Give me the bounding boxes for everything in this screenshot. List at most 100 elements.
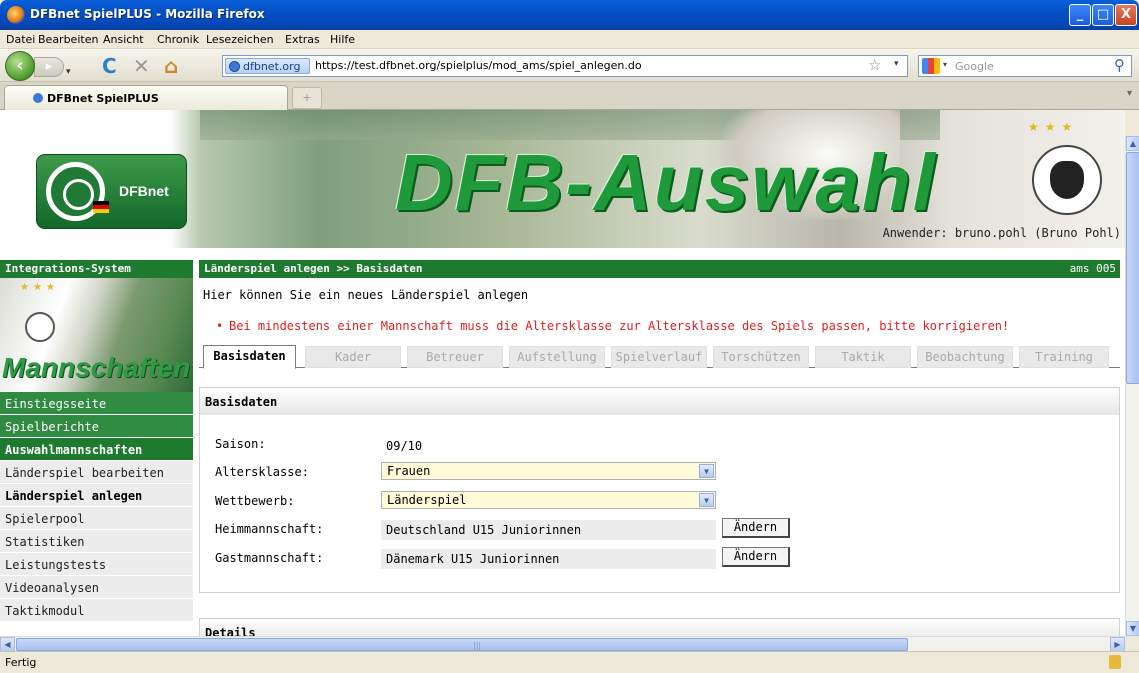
wettbewerb-select[interactable]: Länderspiel ▼: [381, 491, 716, 509]
search-bar[interactable]: ▾ Google ⚲: [918, 55, 1132, 77]
minimize-button[interactable]: _: [1069, 4, 1091, 26]
altersklasse-select[interactable]: Frauen ▼: [381, 462, 716, 480]
site-identity-button[interactable]: dfbnet.org: [225, 58, 310, 74]
close-button[interactable]: X: [1115, 4, 1137, 26]
sidebar-item-statistiken[interactable]: Statistiken: [0, 530, 193, 553]
banner-title: DFB-Auswahl: [395, 138, 937, 227]
tab-taktik[interactable]: Taktik: [815, 346, 911, 368]
lock-icon[interactable]: [1109, 655, 1121, 669]
back-button[interactable]: ‹: [5, 51, 35, 81]
page-title: Länderspiel anlegen >> Basisdaten: [204, 262, 423, 275]
tab-torschuetzen[interactable]: Torschützen: [713, 346, 809, 368]
sidebar: Integrations-System ★★★ Mannschaften Ein…: [0, 260, 193, 636]
search-placeholder[interactable]: Google: [955, 60, 994, 73]
stars-icon: ★★★: [20, 282, 59, 293]
german-flag-icon: [93, 201, 109, 213]
change-home-team-button[interactable]: Ändern: [722, 518, 790, 538]
tab-basisdaten[interactable]: Basisdaten: [203, 345, 296, 369]
main-panel: Länderspiel anlegen >> Basisdaten ams 00…: [199, 260, 1120, 636]
dfbnet-logo[interactable]: DFBnet: [36, 154, 187, 229]
saison-value: 09/10: [386, 439, 423, 453]
chevron-down-icon[interactable]: ▼: [699, 493, 714, 507]
logo-text: DFBnet: [119, 183, 169, 199]
intro-text: Hier können Sie ein neues Länderspiel an…: [203, 288, 529, 302]
sidebar-item-auswahlmannschaften[interactable]: Auswahlmannschaften: [0, 438, 193, 461]
heimmannschaft-label: Heimmannschaft:: [215, 522, 324, 536]
menu-bar: Datei Bearbeiten Ansicht Chronik Lesezei…: [0, 30, 1139, 49]
menu-datei[interactable]: Datei: [6, 33, 35, 46]
url-bar[interactable]: dfbnet.org https://test.dfbnet.org/spiel…: [222, 55, 908, 77]
tab-dfbnet[interactable]: DFBnet SpielPLUS: [4, 85, 288, 110]
tab-spielverlauf[interactable]: Spielverlauf: [611, 346, 707, 368]
scroll-left-icon[interactable]: ◀: [0, 637, 15, 652]
horizontal-scrollbar[interactable]: ◀ ||| ▶: [0, 636, 1125, 652]
altersklasse-label: Altersklasse:: [215, 465, 309, 479]
tab-training[interactable]: Training: [1019, 346, 1109, 368]
vertical-scroll-thumb[interactable]: [1126, 152, 1139, 384]
search-engine-dropdown-icon[interactable]: ▾: [943, 60, 947, 69]
menu-extras[interactable]: Extras: [285, 33, 320, 46]
vertical-scrollbar[interactable]: ▲ ▼: [1125, 136, 1139, 636]
horizontal-scroll-thumb[interactable]: |||: [16, 638, 908, 651]
menu-bearbeiten[interactable]: Bearbeiten: [38, 33, 98, 46]
google-icon[interactable]: [922, 58, 940, 74]
search-icon[interactable]: ⚲: [1114, 56, 1125, 74]
tab-title: DFBnet SpielPLUS: [47, 92, 159, 105]
menu-ansicht[interactable]: Ansicht: [103, 33, 144, 46]
history-dropdown-icon[interactable]: ▾: [66, 62, 71, 82]
url-dropdown-icon[interactable]: ▾: [894, 59, 899, 69]
sidebar-item-spielberichte[interactable]: Spielberichte: [0, 415, 193, 438]
dfb-eagle-emblem-icon: [25, 312, 55, 342]
tab-betreuer[interactable]: Betreuer: [407, 346, 503, 368]
scroll-right-icon[interactable]: ▶: [1110, 637, 1125, 652]
window-titlebar: DFBnet SpielPLUS - Mozilla Firefox _ □ X: [0, 0, 1139, 30]
sidebar-item-laenderspiel-anlegen[interactable]: Länderspiel anlegen: [0, 484, 193, 507]
sidebar-item-taktikmodul[interactable]: Taktikmodul: [0, 599, 193, 622]
basisdaten-section: Basisdaten Saison: 09/10 Altersklasse: F…: [199, 387, 1120, 593]
sidebar-header: Integrations-System: [0, 260, 193, 278]
scroll-down-icon[interactable]: ▼: [1126, 621, 1139, 636]
stars-icon: ★★★: [1028, 120, 1079, 134]
form-tabs: Basisdaten Kader Betreuer Aufstellung Sp…: [199, 342, 1120, 369]
status-text: Fertig: [5, 656, 37, 669]
scroll-grip-icon: |||: [473, 641, 482, 650]
sidebar-item-videoanalysen[interactable]: Videoanalysen: [0, 576, 193, 599]
stop-icon[interactable]: ✕: [133, 56, 150, 76]
details-section-title: Details: [199, 618, 1120, 636]
gastmannschaft-label: Gastmannschaft:: [215, 551, 324, 565]
chevron-down-icon[interactable]: ▼: [699, 464, 714, 478]
tab-beobachtung[interactable]: Beobachtung: [917, 346, 1013, 368]
tab-bar: DFBnet SpielPLUS + ▾: [0, 82, 1139, 110]
wettbewerb-label: Wettbewerb:: [215, 494, 295, 508]
gastmannschaft-value: Dänemark U15 Juniorinnen: [381, 549, 716, 569]
home-icon[interactable]: ⌂: [164, 56, 178, 76]
sidebar-item-einstiegsseite[interactable]: Einstiegsseite: [0, 392, 193, 415]
altersklasse-value: Frauen: [387, 464, 431, 478]
url-text[interactable]: https://test.dfbnet.org/spielplus/mod_am…: [315, 59, 642, 72]
tab-aufstellung[interactable]: Aufstellung: [509, 346, 605, 368]
page-code: ams 005: [1069, 262, 1116, 275]
forward-button[interactable]: ▸: [34, 57, 64, 77]
sidebar-item-laenderspiel-bearbeiten[interactable]: Länderspiel bearbeiten: [0, 461, 193, 484]
status-bar: Fertig: [0, 651, 1139, 673]
page-header: Länderspiel anlegen >> Basisdaten ams 00…: [199, 260, 1120, 278]
reload-icon[interactable]: C: [102, 56, 117, 76]
sidebar-item-leistungstests[interactable]: Leistungstests: [0, 553, 193, 576]
new-tab-button[interactable]: +: [292, 87, 322, 109]
tab-list-icon[interactable]: ▾: [1127, 88, 1132, 99]
menu-lesezeichen[interactable]: Lesezeichen: [206, 33, 274, 46]
tab-kader[interactable]: Kader: [305, 346, 401, 368]
menu-chronik[interactable]: Chronik: [157, 33, 199, 46]
bookmark-star-icon[interactable]: ☆: [868, 56, 881, 74]
sidebar-item-spielerpool[interactable]: Spielerpool: [0, 507, 193, 530]
page-content: DFBnet DFB-Auswahl ★★★ Anwender: bruno.p…: [0, 110, 1125, 636]
sidebar-image-title: Mannschaften: [2, 352, 191, 383]
current-user: Anwender: bruno.pohl (Bruno Pohl): [882, 226, 1121, 240]
globe-icon: [229, 61, 240, 72]
navigation-toolbar: ▸ ‹ ▾ C ✕ ⌂ dfbnet.org https://test.dfbn…: [0, 49, 1139, 82]
change-away-team-button[interactable]: Ändern: [722, 547, 790, 567]
menu-hilfe[interactable]: Hilfe: [330, 33, 355, 46]
scroll-up-icon[interactable]: ▲: [1126, 136, 1139, 151]
wettbewerb-value: Länderspiel: [387, 493, 467, 507]
maximize-button[interactable]: □: [1092, 4, 1114, 26]
